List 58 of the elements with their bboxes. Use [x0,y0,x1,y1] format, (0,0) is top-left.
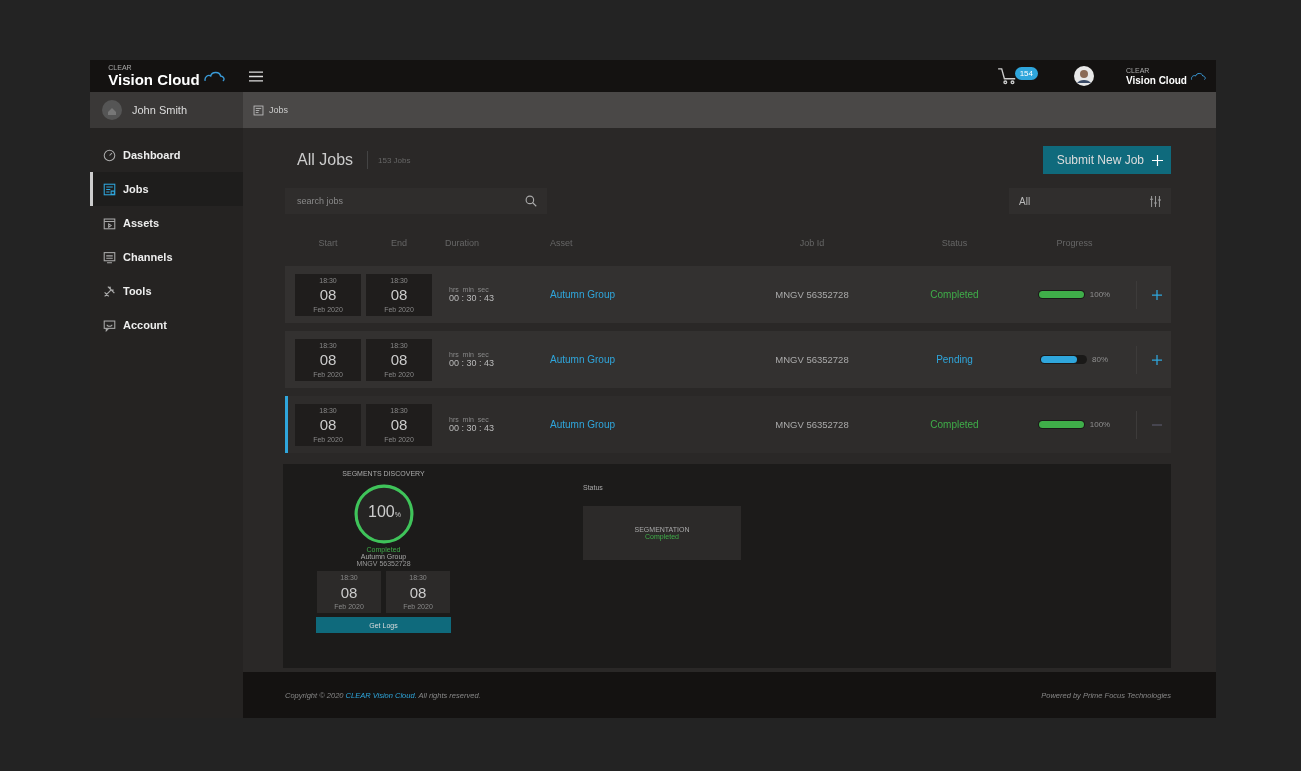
date-day: 08 [390,287,408,303]
search-icon[interactable] [525,195,537,207]
job-id: MNGV 56352728 [774,354,850,365]
asset-link[interactable]: Autumn Group [542,354,722,365]
date-day: 08 [319,352,337,368]
calendar-icon [103,216,116,230]
column-header: Duration [444,238,481,248]
brand-logo: Vision Cloud [1126,74,1187,86]
sidebar-item[interactable]: Jobs [90,172,243,206]
date-day: 08 [390,352,408,368]
sidebar-item[interactable]: Account [90,308,243,342]
progress-reading: 80% [1092,355,1108,364]
cloud-logo-icon [202,69,225,83]
date-day: 08 [409,584,427,601]
sidebar-item[interactable]: Dashboard [90,138,243,172]
breadcrumb-text: Jobs [269,105,288,115]
monitor-icon [103,250,116,264]
duration: 00 : 30 : 43 [449,423,496,433]
filter-dropdown[interactable]: All [1009,188,1171,214]
sidebar-item[interactable]: Assets [90,206,243,240]
menu-icon[interactable] [249,70,263,82]
date-day: 08 [319,287,337,303]
job-id: MNGV 56352728 [774,289,850,300]
gauge-icon [103,148,116,162]
search-field[interactable]: search jobs [285,188,547,214]
progress-reading: 100% [1089,420,1111,429]
date-day: 08 [340,584,358,601]
plus-icon[interactable] [1151,354,1162,365]
column-header: Progress [1055,238,1094,248]
job-id: MNGV 56352728 [774,419,850,430]
asset-link[interactable]: Autumn Group [542,289,722,300]
user-avatar-icon[interactable] [102,100,122,120]
submit-job-button[interactable]: Submit New Job [1042,146,1171,174]
asset-link[interactable]: Autumn Group [542,419,722,430]
cart-count-badge: 154 [1014,66,1038,80]
date-day: 08 [390,417,408,433]
date-day: 08 [319,417,337,433]
document-icon [253,104,264,116]
page-title: All Jobs [297,151,369,169]
status-text: Completed [929,419,980,430]
sidebar-item[interactable]: Channels [90,240,243,274]
sliders-icon [1150,195,1161,207]
brand-logo: Vision Cloud [108,72,200,88]
plus-icon [1152,154,1163,166]
column-header: End [390,238,408,248]
duration: 00 : 30 : 43 [449,293,496,303]
column-header: Start [317,238,339,248]
document-icon [103,182,116,196]
plus-icon[interactable] [1151,289,1162,300]
avatar-icon[interactable] [1074,66,1094,86]
user-name: John Smith [132,104,188,116]
cloud-logo-icon [1189,71,1206,81]
status-text: Completed [929,289,980,300]
progress-reading: 100% [1089,290,1111,299]
sidebar-item[interactable]: Tools [90,274,243,308]
status-text: Pending [935,354,974,365]
duration: 00 : 30 : 43 [449,358,496,368]
chat-icon [103,318,116,332]
